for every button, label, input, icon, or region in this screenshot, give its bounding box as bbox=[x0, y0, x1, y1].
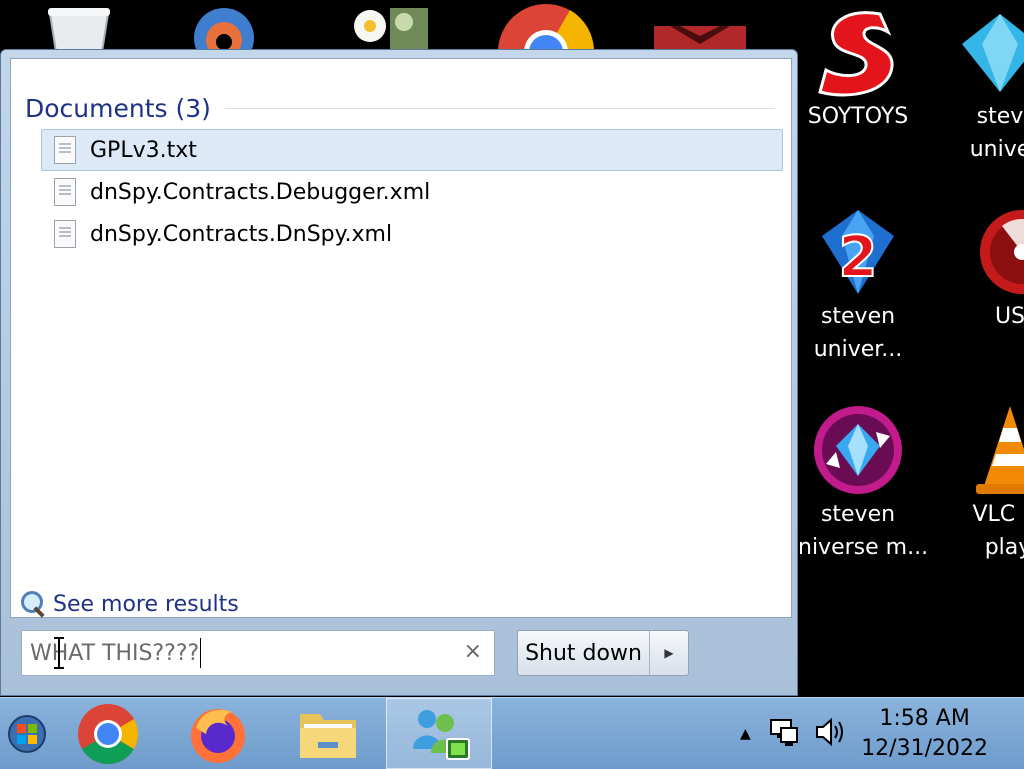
svg-text:2: 2 bbox=[839, 225, 878, 290]
taskbar-clock[interactable]: 1:58 AM 12/31/2022 bbox=[861, 704, 988, 764]
magnifier-icon bbox=[19, 589, 47, 619]
desktop-icon-label: steven univer... bbox=[813, 304, 903, 362]
firefox-icon bbox=[191, 708, 245, 763]
vlc-cone-icon bbox=[960, 402, 1024, 498]
search-results-panel: Documents (3) GPLv3.txt dnSpy.Contracts.… bbox=[10, 58, 792, 618]
show-hidden-icons-button[interactable]: ▲ bbox=[740, 726, 751, 742]
desktop-icon-label: steven niverse m... bbox=[798, 502, 929, 560]
ibeam-cursor-icon bbox=[54, 637, 64, 669]
start-button[interactable] bbox=[0, 698, 54, 769]
taskbar: ▲ 1:58 AM 12/31/2022 bbox=[0, 697, 1024, 769]
start-orb-icon bbox=[8, 714, 46, 753]
text-document-icon bbox=[54, 136, 76, 164]
search-result-item[interactable]: dnSpy.Contracts.Debugger.xml bbox=[41, 171, 783, 213]
clock-date: 12/31/2022 bbox=[861, 736, 988, 761]
gem-number-two-icon: 2 bbox=[810, 204, 906, 300]
search-result-label: dnSpy.Contracts.DnSpy.xml bbox=[90, 221, 393, 247]
papers-please-icon[interactable] bbox=[650, 0, 750, 52]
search-result-item[interactable]: dnSpy.Contracts.DnSpy.xml bbox=[41, 213, 783, 255]
desktop-icon-soytoys[interactable]: SOYTOYS bbox=[798, 4, 918, 133]
group-divider bbox=[224, 107, 775, 109]
start-menu: Documents (3) GPLv3.txt dnSpy.Contracts.… bbox=[0, 49, 798, 696]
chrome-desktop-icon[interactable] bbox=[496, 0, 596, 52]
desktop-icon-label: VLC m play bbox=[972, 502, 1024, 560]
network-icon[interactable] bbox=[767, 716, 799, 752]
taskbar-messenger-button[interactable] bbox=[386, 698, 492, 769]
text-document-icon bbox=[54, 220, 76, 248]
system-tray: ▲ bbox=[740, 698, 847, 769]
text-document-icon bbox=[54, 178, 76, 206]
desktop-icon-label: US bbox=[994, 304, 1024, 329]
taskbar-explorer-button[interactable] bbox=[286, 698, 370, 769]
shutdown-options-button[interactable]: ▶ bbox=[649, 631, 688, 675]
folder-icon bbox=[300, 713, 356, 758]
desktop-icon-steven-universe-1[interactable]: stev unive bbox=[940, 4, 1024, 166]
shutdown-button-group: Shut down ▶ bbox=[517, 630, 689, 676]
messenger-icon bbox=[413, 709, 470, 760]
see-more-results-link[interactable]: See more results bbox=[19, 587, 239, 621]
gem-swap-icon bbox=[810, 402, 906, 498]
diamond-icon bbox=[952, 4, 1024, 100]
clock-time: 1:58 AM bbox=[879, 706, 970, 731]
search-input[interactable]: WHAT THIS???? × bbox=[21, 630, 495, 676]
results-group-header: Documents (3) bbox=[25, 91, 775, 125]
app-swirl-icon[interactable] bbox=[190, 0, 260, 52]
taskbar-chrome-button[interactable] bbox=[66, 698, 150, 769]
results-group-title[interactable]: Documents (3) bbox=[25, 94, 211, 123]
search-result-label: GPLv3.txt bbox=[90, 137, 197, 163]
desktop-icon-vlc[interactable]: VLC m play bbox=[948, 402, 1024, 564]
recycle-bin-icon[interactable] bbox=[44, 0, 114, 52]
radiation-icon bbox=[962, 204, 1024, 300]
see-more-results-label: See more results bbox=[53, 591, 239, 617]
taskbar-firefox-button[interactable] bbox=[176, 698, 260, 769]
desktop-icon-steven-universe-2[interactable]: 2 steven univer... bbox=[798, 204, 918, 366]
desktop-icon-us[interactable]: US bbox=[950, 204, 1024, 333]
search-result-label: dnSpy.Contracts.Debugger.xml bbox=[90, 179, 431, 205]
shutdown-button[interactable]: Shut down bbox=[518, 631, 649, 675]
desktop-icon-label: stev unive bbox=[969, 104, 1024, 162]
desktop-icon-steven-universe-m[interactable]: steven niverse m... bbox=[798, 402, 929, 564]
search-input-value: WHAT THIS???? bbox=[30, 640, 200, 666]
plants-vs-zombies-icon[interactable] bbox=[344, 0, 440, 52]
volume-icon[interactable] bbox=[813, 716, 847, 752]
clear-search-button[interactable]: × bbox=[464, 639, 482, 664]
desktop-icon-label: SOYTOYS bbox=[807, 104, 909, 129]
search-result-item[interactable]: GPLv3.txt bbox=[41, 129, 783, 171]
chrome-icon bbox=[78, 703, 139, 764]
soytoys-icon bbox=[810, 4, 906, 100]
text-caret bbox=[200, 638, 202, 668]
